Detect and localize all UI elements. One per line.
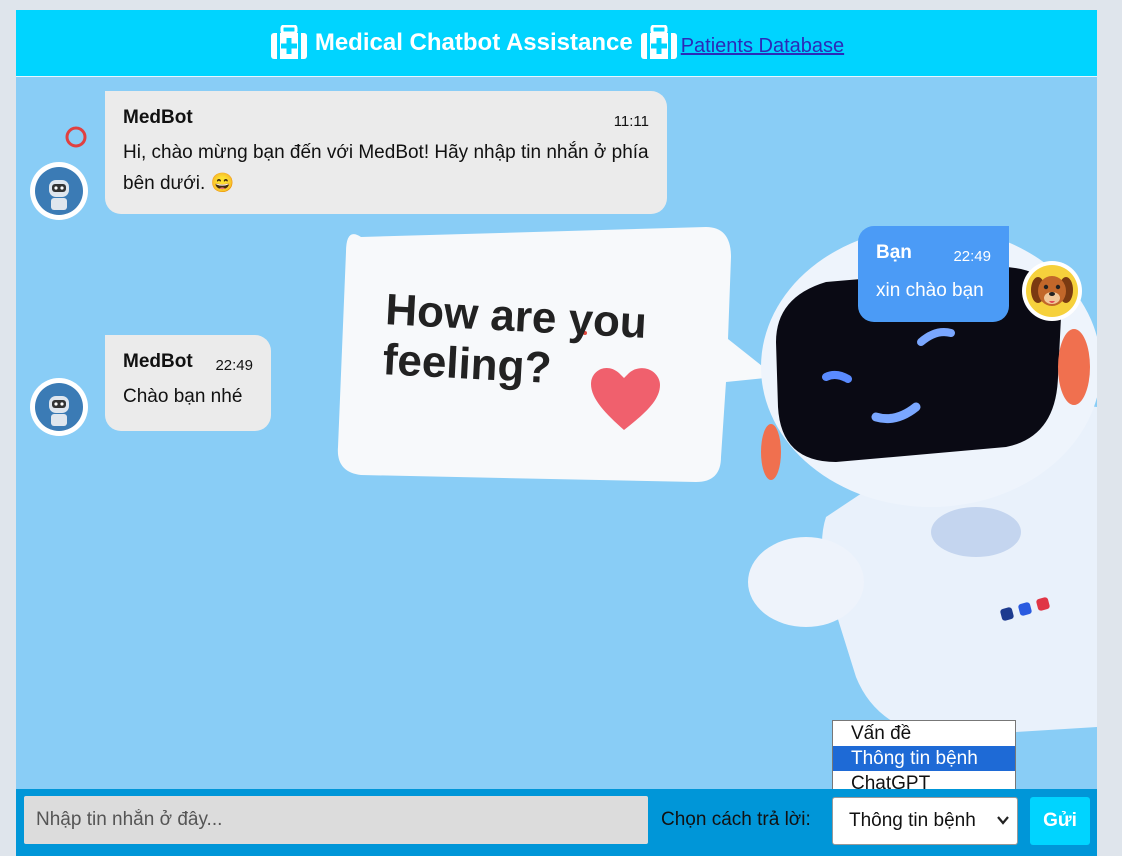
- page-title: Medical Chatbot Assistance: [314, 29, 633, 56]
- message-text: xin chào bạn: [876, 280, 984, 301]
- bot-avatar: [30, 162, 88, 220]
- message-sender: MedBot: [123, 107, 193, 128]
- bot-message-card: MedBot 11:11 Hi, chào mừng bạn đến với M…: [105, 91, 667, 214]
- bot-message-card: MedBot 22:49 Chào bạn nhé: [105, 335, 271, 431]
- reply-mode-select[interactable]: Thông tin bệnh: [832, 797, 1018, 845]
- message-time: 22:49: [215, 357, 253, 374]
- composer-bar: Chọn cách trả lời: Thông tin bệnh Gửi: [16, 789, 1097, 856]
- chevron-down-icon: [997, 816, 1009, 825]
- message-text: Chào bạn nhé: [123, 386, 243, 407]
- illustration-text: How are you feeling?: [382, 285, 648, 399]
- robot-avatar-icon: [35, 383, 83, 431]
- user-avatar: [1022, 261, 1082, 321]
- dog-avatar-icon: [1026, 265, 1078, 317]
- message-time: 22:49: [953, 248, 991, 265]
- reply-mode-selected: Thông tin bệnh: [849, 810, 976, 831]
- reply-mode-dropdown-list: Vấn đề Thông tin bệnh ChatGPT: [832, 720, 1016, 797]
- reply-option-thong-tin-benh[interactable]: Thông tin bệnh: [833, 746, 1015, 771]
- medical-kit-icon: [640, 25, 677, 59]
- header: Medical Chatbot Assistance Patients Data…: [16, 10, 1097, 77]
- reply-option-van-de[interactable]: Vấn đề: [833, 721, 1015, 746]
- medical-kit-icon: [270, 25, 307, 59]
- bot-avatar: [30, 378, 88, 436]
- send-button[interactable]: Gửi: [1030, 797, 1090, 845]
- user-message-card: Bạn 22:49 xin chào bạn: [858, 226, 1009, 322]
- reply-mode-label: Chọn cách trả lời:: [661, 809, 811, 830]
- message-time: 11:11: [613, 113, 649, 130]
- patients-database-link[interactable]: Patients Database: [681, 35, 844, 58]
- chatbot-app: Medical Chatbot Assistance Patients Data…: [16, 10, 1097, 856]
- robot-avatar-icon: [35, 167, 83, 215]
- message-input[interactable]: [24, 796, 648, 844]
- message-text: Hi, chào mừng bạn đến với MedBot! Hãy nh…: [123, 142, 649, 194]
- chat-area: How are you feeling? MedBot 11:11 Hi, ch…: [16, 77, 1097, 789]
